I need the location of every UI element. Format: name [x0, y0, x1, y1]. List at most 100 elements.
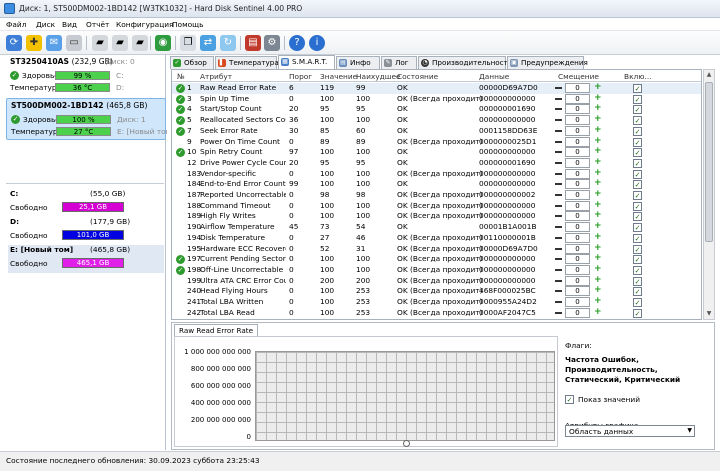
scroll-up-icon[interactable]: ▲	[704, 70, 714, 80]
offset-stepper[interactable]: 0 +	[553, 253, 611, 265]
col-data[interactable]: Данные	[479, 72, 509, 81]
plus-icon[interactable]: +	[594, 82, 602, 93]
enabled-checkbox[interactable]: ✓	[633, 201, 642, 211]
table-row[interactable]: ✓197Current Pending Sector Co...0100100O…	[172, 253, 701, 265]
chart-tab[interactable]: Raw Read Error Rate	[174, 324, 259, 336]
enabled-checkbox[interactable]: ✓	[633, 84, 642, 93]
menu-file[interactable]: Файл	[6, 20, 26, 29]
minus-icon[interactable]	[555, 311, 562, 314]
drive-a-icon[interactable]: ▰	[92, 35, 108, 51]
enabled-checkbox[interactable]: ✓	[633, 105, 642, 115]
plus-icon[interactable]: +	[594, 103, 602, 114]
volume-e[interactable]: E: [Новый том] (465,8 GB) Свободно 465,1…	[8, 245, 164, 273]
copy-icon[interactable]: ❐	[180, 35, 196, 51]
table-row[interactable]: ✓ 1 Raw Read Error Rate 6 119 99 OK 00000D69A7D…	[172, 82, 701, 94]
enabled-checkbox[interactable]: ✓	[633, 308, 642, 318]
plus-icon[interactable]: +	[594, 178, 602, 189]
offset-stepper[interactable]: 0 +	[553, 243, 611, 254]
table-row[interactable]: ✓198Off-Line Uncorrectable Sec...0100100…	[172, 264, 701, 276]
offset-stepper[interactable]: 0 +	[553, 275, 611, 286]
enabled-checkbox[interactable]: ✓	[633, 223, 642, 233]
health-icon[interactable]: ✚	[26, 35, 42, 51]
col-number[interactable]: №	[177, 72, 185, 81]
menu-view[interactable]: Вид	[62, 20, 77, 29]
minus-icon[interactable]	[555, 129, 562, 132]
plus-icon[interactable]: +	[594, 136, 602, 147]
tab-log[interactable]: ✎ Лог	[381, 56, 417, 69]
minus-icon[interactable]	[555, 279, 562, 282]
table-row[interactable]: 199Ultra ATA CRC Error Count0 200 200 OK (В…	[172, 275, 701, 287]
plus-icon[interactable]: +	[594, 243, 602, 254]
minus-icon[interactable]	[555, 151, 562, 154]
enabled-checkbox[interactable]: ✓	[633, 287, 642, 297]
table-scrollbar[interactable]: ▲ ▼	[703, 69, 715, 320]
tab-info[interactable]: ▤ Инфо	[336, 56, 380, 69]
plus-icon[interactable]: +	[594, 146, 602, 157]
tab-alerts[interactable]: ▣ Предупреждения	[507, 56, 588, 69]
tab-performance[interactable]: ◔ Производительность	[418, 56, 512, 69]
enabled-checkbox[interactable]: ✓	[633, 180, 642, 190]
checkbox-icon[interactable]: ✓	[565, 395, 574, 404]
offset-stepper[interactable]: 0 +	[553, 93, 611, 104]
enabled-checkbox[interactable]: ✓	[633, 116, 642, 126]
plus-icon[interactable]: +	[594, 296, 602, 307]
table-row[interactable]: 183 Vendor-specific 0 100 100 OK (Всегда прох…	[172, 168, 701, 180]
col-threshold[interactable]: Порог	[289, 72, 312, 81]
disk-entry-selected[interactable]: ST500DM002-1BD142 (465,8 GB) ✓ Здоровье:…	[6, 98, 167, 140]
table-row[interactable]: 12 Drive Power Cycle Count 20 95 95 OK 0000000…	[172, 157, 701, 169]
offset-stepper[interactable]: 0 +	[553, 114, 611, 126]
offset-stepper[interactable]: 0 +	[553, 285, 611, 297]
chart-attribute-select[interactable]: Область данных ▼	[565, 425, 695, 437]
minus-icon[interactable]	[555, 119, 562, 122]
enabled-checkbox[interactable]: ✓	[633, 126, 642, 136]
offset-stepper[interactable]: 0 +	[553, 178, 611, 190]
minus-icon[interactable]	[555, 172, 562, 175]
offset-stepper[interactable]: 0 +	[553, 136, 611, 147]
globe-icon[interactable]: ◉	[155, 35, 171, 51]
menu-config[interactable]: Конфигурация	[116, 20, 173, 29]
table-row[interactable]: 240 Head Flying Hours 0 100 253 OK (Всегда пр…	[172, 285, 701, 297]
menu-help[interactable]: Помощь	[172, 20, 204, 29]
plus-icon[interactable]: +	[594, 307, 602, 318]
plus-icon[interactable]: +	[594, 93, 602, 104]
volume-d[interactable]: D: (177,9 GB) Свободно 101,0 GB	[8, 217, 164, 245]
plus-icon[interactable]: +	[594, 264, 602, 275]
enabled-checkbox[interactable]: ✓	[633, 158, 642, 168]
table-row[interactable]: 187Reported Uncorrectable Error...0 98 98 O…	[172, 189, 701, 201]
offset-stepper[interactable]: 0 +	[553, 296, 611, 307]
col-value[interactable]: Значение	[320, 72, 357, 81]
enabled-checkbox[interactable]: ✓	[633, 212, 642, 222]
refresh-b-icon[interactable]: ↻	[220, 35, 236, 51]
plus-icon[interactable]: +	[594, 275, 602, 286]
refresh-icon[interactable]: ⟳	[6, 35, 22, 51]
table-row[interactable]: 184 End-to-End Error Count 99 100 100 OK 00000…	[172, 178, 701, 190]
table-row[interactable]: ✓ 4 Start/Stop Count 20 95 95 OK 000000001690 0 +…	[172, 103, 701, 115]
col-worst[interactable]: Наихудшее	[356, 72, 401, 81]
table-row[interactable]: ✓ 7 Seek Error Rate 30 85 60 OK 0001158DD63E 0 + ✓	[172, 125, 701, 137]
table-row[interactable]: 241 Total LBA Written 0 100 253 OK (Всегда пр…	[172, 296, 701, 308]
enabled-checkbox[interactable]: ✓	[633, 148, 642, 158]
minus-icon[interactable]	[555, 268, 562, 271]
settings-icon[interactable]: ⚙	[264, 35, 280, 51]
chart-icon[interactable]: ▤	[245, 35, 261, 51]
minus-icon[interactable]	[555, 183, 562, 186]
table-row[interactable]: ✓5Reallocated Sectors Count36100100OK000…	[172, 114, 701, 126]
offset-stepper[interactable]: 0 +	[553, 189, 611, 200]
plus-icon[interactable]: +	[594, 253, 602, 264]
offset-stepper[interactable]: 0 +	[553, 200, 611, 211]
offset-stepper[interactable]: 0 +	[553, 125, 611, 136]
table-row[interactable]: 188 Command Timeout 0 100 100 OK (Всегда прох…	[172, 200, 701, 212]
enabled-checkbox[interactable]: ✓	[633, 255, 642, 265]
plus-icon[interactable]: +	[594, 200, 602, 211]
minus-icon[interactable]	[555, 161, 562, 164]
scroll-handle[interactable]	[403, 440, 410, 447]
enabled-checkbox[interactable]: ✓	[633, 137, 642, 147]
minus-icon[interactable]	[555, 108, 562, 111]
scroll-thumb[interactable]	[705, 82, 713, 242]
plus-icon[interactable]: +	[594, 125, 602, 136]
offset-stepper[interactable]: 0 +	[553, 146, 611, 158]
enabled-checkbox[interactable]: ✓	[633, 276, 642, 286]
offset-stepper[interactable]: 0 +	[553, 221, 611, 233]
enabled-checkbox[interactable]: ✓	[633, 265, 642, 275]
table-row[interactable]: 195 Hardware ECC Recovered 0 52 31 OK (Всегда…	[172, 243, 701, 255]
